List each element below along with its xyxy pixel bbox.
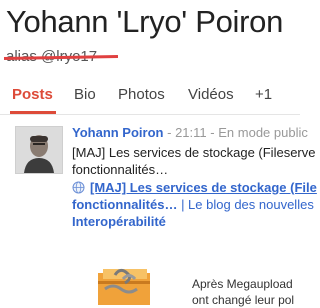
link-subtitle-bold: fonctionnalités… — [72, 197, 178, 212]
link-subtitle-source: | Le blog des nouvelles — [177, 197, 314, 212]
post-text-line: [MAJ] Les services de stockage (Fileserv… — [72, 145, 316, 160]
profile-name: Yohann 'Lryo' Poiron — [6, 4, 284, 39]
tab-bio[interactable]: Bio — [74, 86, 96, 103]
globe-icon — [72, 181, 85, 194]
post-author[interactable]: Yohann Poiron — [72, 125, 163, 140]
excerpt-line: Après Megaupload — [192, 277, 293, 291]
post-text-line: fonctionnalités… — [72, 162, 169, 177]
active-tab-indicator — [10, 111, 56, 114]
tab-videos[interactable]: Vidéos — [188, 86, 234, 103]
tab-posts[interactable]: Posts — [12, 86, 53, 103]
link-subtitle[interactable]: fonctionnalités… | Le blog des nouvelles — [72, 196, 314, 213]
link-thumbnail[interactable] — [75, 265, 170, 305]
post-header: Yohann Poiron - 21:11 - En mode public — [72, 125, 308, 140]
post-time[interactable]: 21:11 — [175, 125, 207, 140]
post-separator: - — [167, 125, 172, 140]
post-separator-2: - — [210, 125, 215, 140]
profile-header: Yohann 'Lryo' Poiron alias @lryo17 — [0, 0, 300, 72]
tab-photos[interactable]: Photos — [118, 86, 165, 103]
post-card: Yohann Poiron - 21:11 - En mode public [… — [0, 115, 317, 307]
excerpt-line: ont changé leur pol — [192, 293, 295, 307]
link-title[interactable]: [MAJ] Les services de stockage (File — [90, 179, 317, 196]
avatar[interactable] — [15, 126, 63, 174]
profile-tabs: Posts Bio Photos Vidéos +1 — [0, 76, 300, 115]
link-category[interactable]: Interopérabilité — [72, 213, 166, 230]
avatar-photo — [16, 127, 62, 173]
post-visibility: En mode public — [218, 125, 308, 140]
post-text: [MAJ] Les services de stockage (Fileserv… — [72, 144, 320, 178]
link-excerpt: Après Megaupload ont changé leur pol — [192, 276, 294, 308]
tab-plus-one[interactable]: +1 — [255, 86, 272, 103]
